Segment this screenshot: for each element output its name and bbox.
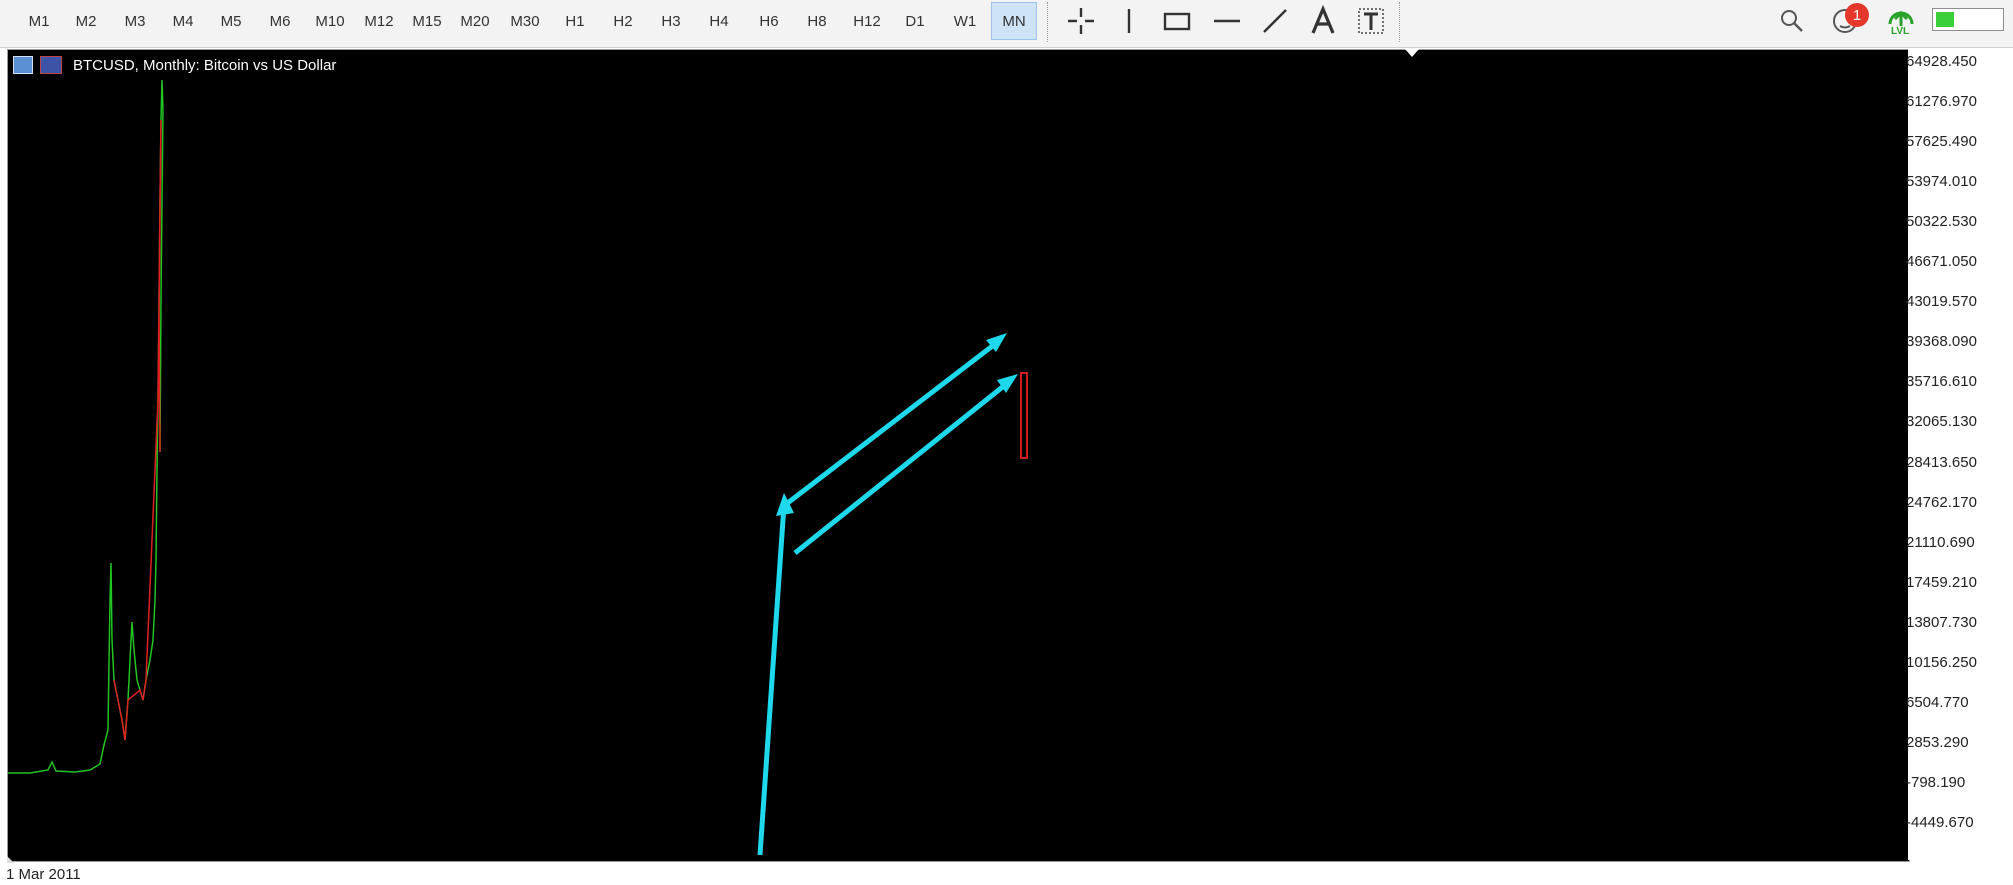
price-line-bear (113, 119, 162, 741)
drawn-arrow-up (757, 333, 1018, 856)
timeframe-h3[interactable]: H3 (648, 2, 694, 40)
time-axis[interactable] (0, 862, 2013, 885)
chart-window-icon (13, 56, 33, 74)
price-line (8, 79, 164, 774)
arrow-shaft-upper (783, 342, 997, 507)
chart-canvas (8, 79, 1028, 856)
timeframe-h6[interactable]: H6 (746, 2, 792, 40)
timeframe-m10[interactable]: M10 (307, 2, 353, 40)
price-label: 17459.210 (1906, 573, 1977, 591)
timeframe-m20[interactable]: M20 (452, 2, 498, 40)
price-label: 39368.090 (1906, 333, 1977, 351)
timeframe-h12[interactable]: H12 (844, 2, 890, 40)
timeframe-m4[interactable]: M4 (160, 2, 206, 40)
price-label: 46671.050 (1906, 253, 1977, 271)
price-label: 57625.490 (1906, 133, 1977, 151)
timeframe-m6[interactable]: M6 (257, 2, 303, 40)
timeframe-mn[interactable]: MN (991, 2, 1037, 40)
timeframe-h4[interactable]: H4 (696, 2, 742, 40)
timeframe-m12[interactable]: M12 (356, 2, 402, 40)
price-label: 61276.970 (1906, 93, 1977, 111)
timeframe-m5[interactable]: M5 (208, 2, 254, 40)
price-label: 28413.650 (1906, 453, 1977, 471)
timeframe-h2[interactable]: H2 (600, 2, 646, 40)
timeframe-w1[interactable]: W1 (942, 2, 988, 40)
price-label: 2853.290 (1906, 733, 1969, 751)
corner-marker (7, 856, 14, 863)
timeframe-m30[interactable]: M30 (502, 2, 548, 40)
price-label: -4449.670 (1906, 813, 1974, 831)
price-label: 64928.450 (1906, 53, 1977, 70)
timeframe-h8[interactable]: H8 (794, 2, 840, 40)
price-label: -798.190 (1906, 773, 1966, 791)
arrow-shaft-lower (793, 383, 1007, 555)
timeframe-m15[interactable]: M15 (404, 2, 450, 40)
price-label: 32065.130 (1906, 413, 1977, 431)
timeframe-h1[interactable]: H1 (552, 2, 598, 40)
chart-shift-marker[interactable] (1405, 49, 1419, 57)
currency-flag-icon (40, 56, 62, 74)
price-label: 6504.770 (1906, 693, 1969, 711)
timeframe-m3[interactable]: M3 (112, 2, 158, 40)
arrow-head-left (776, 493, 794, 516)
price-label: 10156.250 (1906, 653, 1977, 671)
last-bar-rectangle (1020, 372, 1028, 459)
price-label: 50322.530 (1906, 213, 1977, 231)
chart-title: BTCUSD, Monthly: Bitcoin vs US Dollar (73, 57, 337, 74)
timeframe-d1[interactable]: D1 (892, 2, 938, 40)
price-label: 53974.010 (1906, 173, 1977, 191)
price-label: 35716.610 (1906, 373, 1977, 391)
time-axis-label: 1 Mar 2011 (6, 866, 81, 883)
price-label: 24762.170 (1906, 493, 1977, 511)
timeframe-m2[interactable]: M2 (63, 2, 109, 40)
arrow-shaft-vertical (757, 504, 787, 856)
price-label: 13807.730 (1906, 613, 1977, 631)
price-label: 43019.570 (1906, 293, 1977, 311)
timeframe-m1[interactable]: M1 (16, 2, 62, 40)
price-label: 21110.690 (1906, 533, 1975, 551)
